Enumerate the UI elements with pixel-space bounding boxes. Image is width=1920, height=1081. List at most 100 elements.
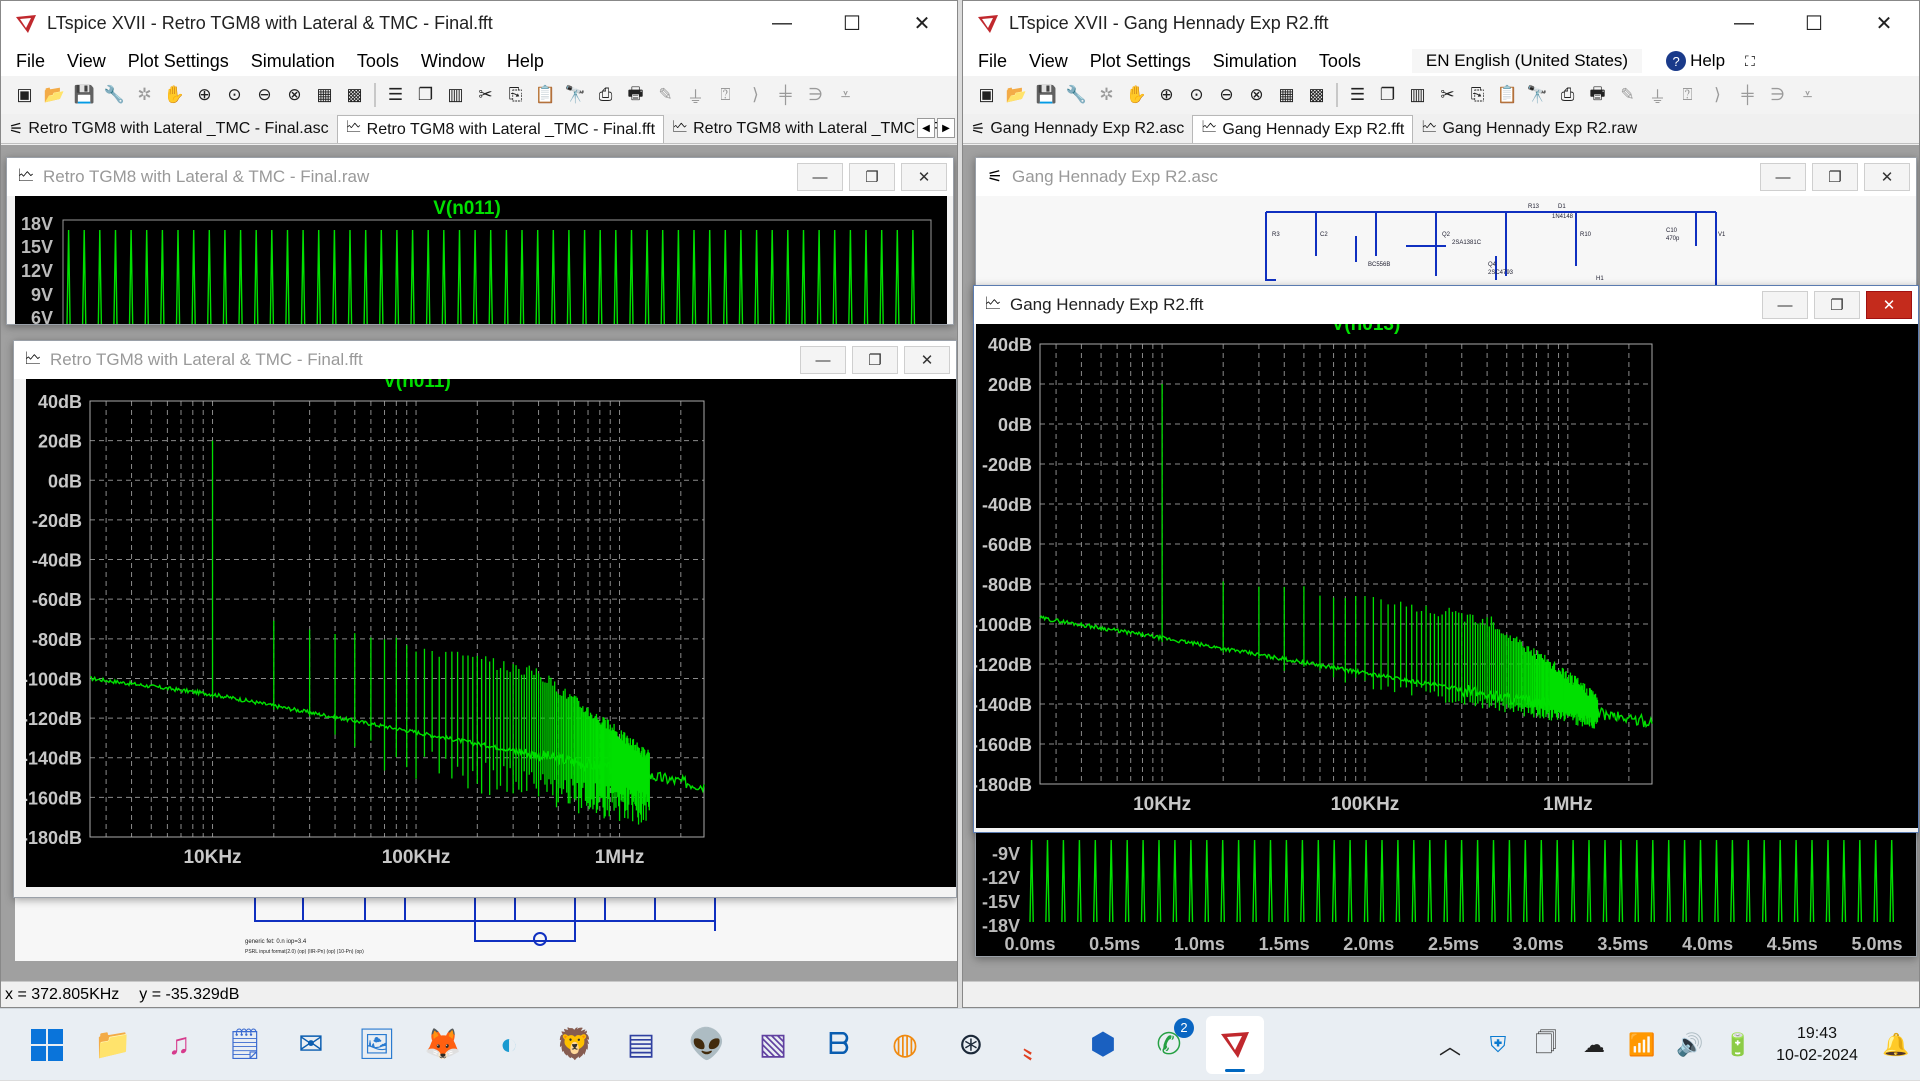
raw-plot-pane[interactable]: V(n011) 18V 15V 12V 9V 6V [15, 196, 947, 324]
copy-icon[interactable]: ⎘ [502, 82, 529, 109]
child-restore-button[interactable]: ❐ [1814, 291, 1860, 319]
tab-raw[interactable]: 🗠 Gang Hennady Exp R2.raw [1413, 115, 1645, 143]
wire-icon[interactable]: ✎ [652, 82, 679, 109]
print-icon[interactable]: 🖶 [622, 82, 649, 109]
title-bar[interactable]: LTspice XVII - Retro TGM8 with Lateral &… [1, 1, 957, 46]
avast-icon[interactable]: ◍ [876, 1016, 934, 1074]
tab-right-icon[interactable]: ▶ [937, 118, 955, 138]
menu-file[interactable]: File [967, 51, 1018, 72]
tab-left-icon[interactable]: ◀ [917, 118, 935, 138]
run-icon[interactable]: ✲ [1093, 82, 1120, 109]
battery-icon[interactable]: 🔋 [1714, 1009, 1762, 1081]
expand-icon[interactable]: ⛶ [1745, 53, 1755, 70]
itunes-icon[interactable]: ♫ [150, 1016, 208, 1074]
tab-fft[interactable]: 🗠 Gang Hennady Exp R2.fft [1192, 115, 1414, 143]
start-icon[interactable] [18, 1016, 76, 1074]
notification-bell-icon[interactable]: 🔔 [1872, 1009, 1920, 1081]
title-bar[interactable]: LTspice XVII - Gang Hennady Exp R2.fft —… [963, 1, 1919, 46]
child-restore-button[interactable]: ❐ [852, 346, 898, 374]
child-close-button[interactable]: ✕ [904, 346, 950, 374]
label-icon[interactable]: ⍰ [712, 82, 739, 109]
fft-plot-pane[interactable]: V(n011) 40dB 20dB 0dB -20dB -40dB -60dB -80dB -1… [26, 379, 956, 887]
zoom-pan-icon[interactable]: ⊙ [1183, 82, 1210, 109]
capacitor-icon[interactable]: ╪ [772, 82, 799, 109]
fft-plot-window-right[interactable]: 🗠 Gang Hennady Exp R2.fft — ❐ ✕ V(n013) 4… [973, 285, 1919, 833]
new-schematic-icon[interactable]: ▣ [973, 82, 1000, 109]
print-preview-icon[interactable]: ⎙ [592, 82, 619, 109]
open-icon[interactable]: 📂 [1003, 82, 1030, 109]
menu-plot-settings[interactable]: Plot Settings [117, 51, 240, 72]
steam-icon[interactable]: ⊛ [942, 1016, 1000, 1074]
zoom-in-icon[interactable]: ⊕ [1153, 82, 1180, 109]
menu-file[interactable]: File [5, 51, 56, 72]
inductor-icon[interactable]: ∋ [802, 82, 829, 109]
child-title-bar[interactable]: 🗠 Retro TGM8 with Lateral & TMC - Final.… [14, 341, 956, 379]
mail-icon[interactable]: ✉ [282, 1016, 340, 1074]
minimize-button[interactable]: — [1709, 1, 1779, 46]
child-minimize-button[interactable]: — [1760, 163, 1806, 191]
trace-label[interactable]: V(n011) [433, 198, 501, 219]
child-title-bar[interactable]: 🗠 Retro TGM8 with Lateral & TMC - Final.… [7, 158, 953, 196]
menu-plot-settings[interactable]: Plot Settings [1079, 51, 1202, 72]
firefox-icon[interactable]: 🦊 [414, 1016, 472, 1074]
tab-fft[interactable]: 🗠 Retro TGM8 with Lateral _TMC - Final.ff… [336, 115, 665, 143]
diode-icon[interactable]: ⩡ [1794, 82, 1821, 109]
child-minimize-button[interactable]: — [1762, 291, 1808, 319]
zoom-fit-icon[interactable]: ⊗ [1243, 82, 1270, 109]
new-schematic-icon[interactable]: ▣ [11, 82, 38, 109]
alien-icon[interactable]: 👽 [678, 1016, 736, 1074]
child-close-button[interactable]: ✕ [901, 163, 947, 191]
print-icon[interactable]: 🖶 [1584, 82, 1611, 109]
notepad-icon[interactable]: 🗒 [216, 1016, 274, 1074]
print-preview-icon[interactable]: ⎙ [1554, 82, 1581, 109]
child-title-bar[interactable]: 🗠 Gang Hennady Exp R2.fft — ❐ ✕ [974, 286, 1918, 324]
vscode-icon[interactable]: ▤ [612, 1016, 670, 1074]
tile-vertical-icon[interactable]: ▥ [1404, 82, 1431, 109]
open-icon[interactable]: 📂 [41, 82, 68, 109]
security-icon[interactable]: ⛨ [1474, 1009, 1522, 1081]
usb-icon[interactable]: 🗍 [1522, 1009, 1570, 1081]
menu-window[interactable]: Window [410, 51, 496, 72]
maximize-button[interactable]: ☐ [1779, 1, 1849, 46]
halt-icon[interactable]: ✋ [161, 82, 188, 109]
copy-icon[interactable]: ⎘ [1464, 82, 1491, 109]
menu-tools[interactable]: Tools [1308, 51, 1372, 72]
child-restore-button[interactable]: ❐ [849, 163, 895, 191]
shield-app-icon[interactable]: ⬢ [1074, 1016, 1132, 1074]
cut-icon[interactable]: ✂ [1434, 82, 1461, 109]
menu-view[interactable]: View [56, 51, 117, 72]
bing-icon[interactable]: ᗷ [810, 1016, 868, 1074]
capacitor-icon[interactable]: ╪ [1734, 82, 1761, 109]
zoom-in-icon[interactable]: ⊕ [191, 82, 218, 109]
diode-icon[interactable]: ⩡ [832, 82, 859, 109]
file-explorer-icon[interactable]: 📁 [84, 1016, 142, 1074]
brave-icon[interactable]: 🦁 [546, 1016, 604, 1074]
zoom-out-icon[interactable]: ⊖ [251, 82, 278, 109]
fft-plot-window-left[interactable]: 🗠 Retro TGM8 with Lateral & TMC - Final.… [13, 340, 957, 898]
menu-view[interactable]: View [1018, 51, 1079, 72]
find-icon[interactable]: 🔭 [562, 82, 589, 109]
clock[interactable]: 19:43 10-02-2024 [1762, 1023, 1872, 1067]
tab-schematic[interactable]: ⚟ Gang Hennady Exp R2.asc [963, 115, 1192, 143]
fft-plot-svg[interactable]: V(n013) 40dB 20dB 0dB -20dB -40dB -60dB -80dB -1… [976, 324, 1918, 828]
ground-icon[interactable]: ⏚ [1644, 82, 1671, 109]
winamp-icon[interactable]: 〟 [1008, 1016, 1066, 1074]
ltspice-icon[interactable] [1206, 1015, 1264, 1074]
menu-tools[interactable]: Tools [346, 51, 410, 72]
grid-icon[interactable]: ▩ [1303, 82, 1330, 109]
onedrive-icon[interactable]: ☁ [1570, 1009, 1618, 1081]
child-restore-button[interactable]: ❐ [1812, 163, 1858, 191]
paste-icon[interactable]: 📋 [1494, 82, 1521, 109]
menu-simulation[interactable]: Simulation [240, 51, 346, 72]
autorange-icon[interactable]: ▦ [311, 82, 338, 109]
zoom-pan-icon[interactable]: ⊙ [221, 82, 248, 109]
trace-label[interactable]: V(n013) [1332, 324, 1401, 335]
fft-plot-pane[interactable]: V(n013) 40dB 20dB 0dB -20dB -40dB -60dB -80dB -1… [976, 324, 1918, 828]
paste-icon[interactable]: 📋 [532, 82, 559, 109]
trace-label[interactable]: V(n011) [383, 379, 451, 392]
close-button[interactable]: ✕ [1849, 1, 1919, 46]
resistor-icon[interactable]: ⟩ [1704, 82, 1731, 109]
child-minimize-button[interactable]: — [800, 346, 846, 374]
ground-icon[interactable]: ⏚ [682, 82, 709, 109]
zoom-out-icon[interactable]: ⊖ [1213, 82, 1240, 109]
